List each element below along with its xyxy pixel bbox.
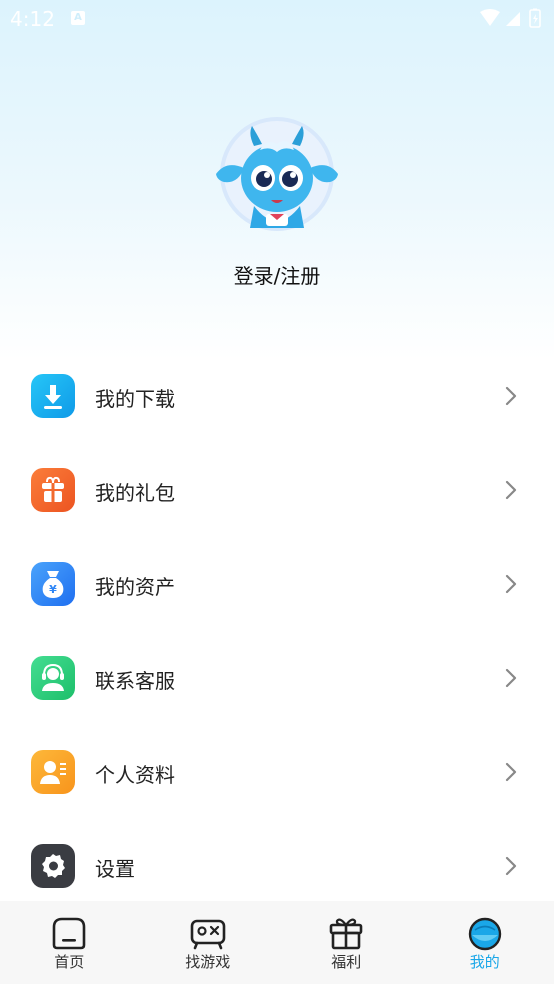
profile-card-icon bbox=[31, 750, 75, 794]
tab-mine[interactable]: 我的 bbox=[416, 901, 554, 984]
menu-item-profile[interactable]: 个人资料 bbox=[0, 725, 554, 819]
menu-item-label: 我的礼包 bbox=[95, 481, 175, 505]
menu-item-label: 联系客服 bbox=[95, 669, 175, 693]
login-register-link[interactable]: 登录/注册 bbox=[0, 260, 554, 289]
tab-label: 找游戏 bbox=[185, 953, 231, 971]
menu-item-label: 我的下载 bbox=[95, 387, 175, 411]
battery-icon bbox=[529, 8, 541, 28]
customer-service-icon bbox=[31, 656, 75, 700]
gift-box-icon bbox=[31, 468, 75, 512]
tab-home[interactable]: 首页 bbox=[0, 901, 139, 984]
tab-label: 我的 bbox=[469, 953, 500, 971]
chevron-right-icon bbox=[505, 856, 517, 876]
wifi-icon bbox=[480, 9, 500, 26]
profile-menu-list: 我的下载 我的礼包 ¥ 我的资产 联系客服 个人资料 设置 bbox=[0, 349, 554, 913]
menu-item-assets[interactable]: ¥ 我的资产 bbox=[0, 537, 554, 631]
menu-item-customer-service[interactable]: 联系客服 bbox=[0, 631, 554, 725]
menu-item-gift-packs[interactable]: 我的礼包 bbox=[0, 443, 554, 537]
chevron-right-icon bbox=[505, 386, 517, 406]
tab-welfare[interactable]: 福利 bbox=[277, 901, 416, 984]
tab-find-games[interactable]: 找游戏 bbox=[139, 901, 278, 984]
gamepad-icon bbox=[190, 919, 226, 950]
status-icons bbox=[474, 8, 546, 28]
menu-item-downloads[interactable]: 我的下载 bbox=[0, 349, 554, 443]
money-bag-icon: ¥ bbox=[31, 562, 75, 606]
gift-icon bbox=[329, 918, 363, 950]
menu-item-settings[interactable]: 设置 bbox=[0, 819, 554, 913]
a-badge-icon: A bbox=[71, 11, 85, 25]
menu-item-label: 我的资产 bbox=[95, 575, 175, 599]
menu-item-label: 设置 bbox=[95, 857, 135, 881]
mine-face-icon bbox=[468, 917, 501, 951]
signal-icon bbox=[506, 12, 520, 26]
tab-label: 福利 bbox=[331, 953, 362, 971]
bottom-tab-bar: 首页 找游戏 福利 我的 bbox=[0, 901, 554, 984]
download-icon bbox=[31, 374, 75, 418]
status-bar: 4:12 A bbox=[0, 0, 554, 36]
chevron-right-icon bbox=[505, 762, 517, 782]
chevron-right-icon bbox=[505, 574, 517, 594]
chevron-right-icon bbox=[505, 668, 517, 688]
svg-text:¥: ¥ bbox=[49, 583, 57, 596]
menu-item-label: 个人资料 bbox=[95, 763, 175, 787]
chevron-right-icon bbox=[505, 480, 517, 500]
tab-label: 首页 bbox=[54, 953, 85, 971]
gear-icon bbox=[31, 844, 75, 888]
status-time: 4:12 bbox=[10, 7, 55, 31]
home-icon bbox=[52, 917, 86, 950]
blue-goat-mascot-avatar bbox=[216, 117, 338, 231]
avatar[interactable] bbox=[214, 116, 340, 232]
